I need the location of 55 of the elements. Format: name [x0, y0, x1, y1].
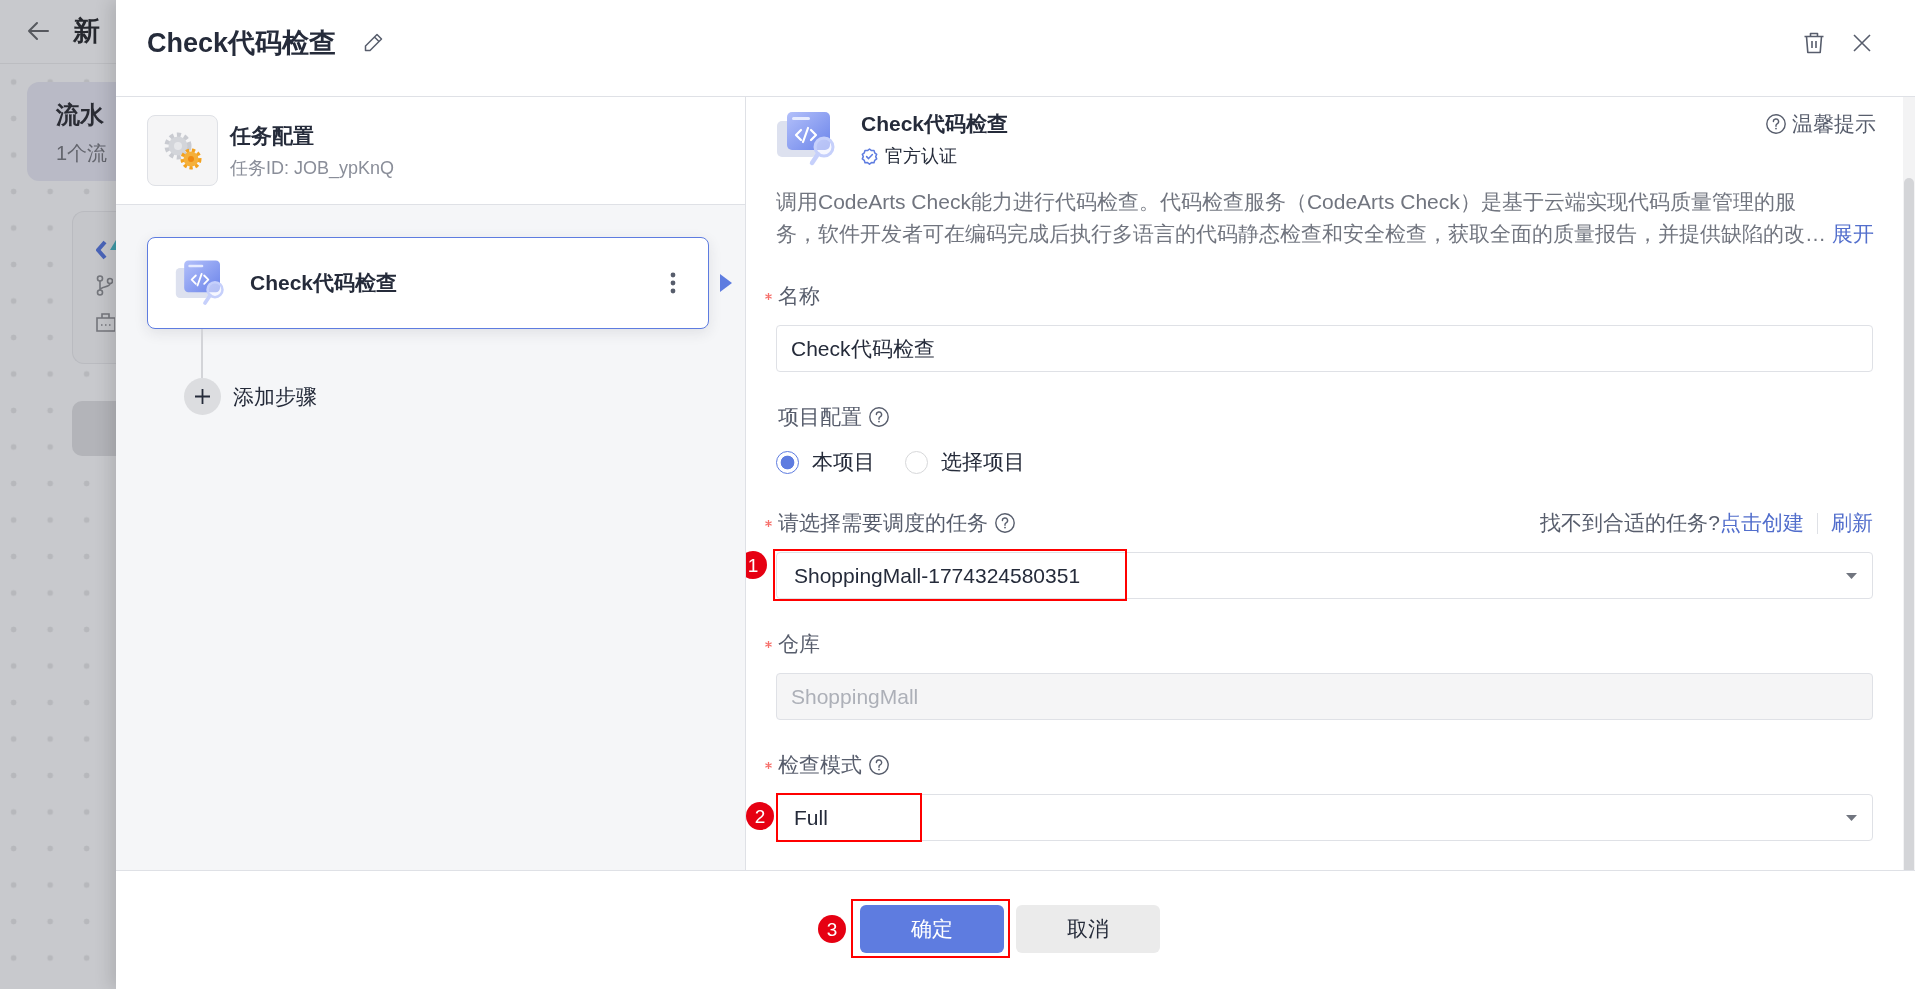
step-card[interactable]: Check代码检查	[147, 237, 709, 329]
cancel-button[interactable]: 取消	[1016, 905, 1160, 953]
input-field[interactable]: Check代码检查	[776, 325, 1873, 372]
field-label: 仓库	[778, 631, 820, 657]
confirm-button[interactable]: 确定	[860, 905, 1004, 953]
page-title: 新	[73, 14, 100, 48]
caret-icon	[1846, 814, 1857, 821]
field-label: 名称	[778, 283, 820, 309]
drawer-title: Check代码检查	[147, 27, 337, 60]
check-badge-icon	[861, 147, 878, 165]
help-icon[interactable]	[869, 407, 889, 427]
more-icon[interactable]	[670, 272, 676, 294]
number-badge: 1	[746, 551, 767, 579]
plugin-name: Check代码检查	[861, 111, 1010, 137]
field-label: 请选择需要调度的任务	[778, 510, 988, 536]
caret-icon	[1846, 572, 1857, 579]
gear-icon	[147, 115, 218, 186]
scrollbar-thumb[interactable]	[1904, 178, 1914, 870]
add-step-button[interactable]: 添加步骤	[184, 378, 317, 415]
pipeline-card[interactable]: 流水 1个流	[27, 82, 116, 181]
radio-icon[interactable]	[776, 450, 799, 474]
field-label: 检查模式	[778, 752, 862, 778]
step-name: Check代码检查	[250, 270, 399, 296]
code-logo-icon	[96, 239, 116, 261]
close-icon[interactable]	[1853, 34, 1871, 52]
back-arrow-icon[interactable]	[27, 20, 49, 41]
trash-icon[interactable]	[1803, 32, 1825, 54]
edit-icon[interactable]	[363, 33, 384, 53]
plugin-description: 调用CodeArts Check能力进行代码检查。代码检查服务（CodeArts Check）是基于云端实现代码质量管理的服务，软件开发者可在编码完成后执行多语言的代码静态检查和安全检查，获取全面的质量报告，并提供缺陷的改… 展开	[776, 186, 1873, 250]
branch-icon	[96, 275, 113, 296]
connector-line	[201, 329, 203, 378]
certification-label: 官方认证	[885, 145, 957, 168]
radio-option[interactable]: 选择项目	[905, 447, 1025, 477]
text-link[interactable]: 刷新	[1831, 508, 1873, 538]
task-title: 任务配置	[230, 122, 315, 149]
job-card[interactable]	[72, 211, 116, 364]
placeholder-card	[72, 401, 116, 456]
select-field[interactable]: Full	[776, 794, 1873, 841]
number-badge: 2	[746, 802, 774, 830]
help-icon[interactable]	[869, 755, 889, 775]
help-icon[interactable]	[995, 513, 1015, 533]
pipeline-subtitle: 1个流	[56, 141, 109, 166]
select-field[interactable]: ShoppingMall-1774324580351	[776, 552, 1873, 599]
plus-icon	[184, 378, 221, 415]
text-link[interactable]: 点击创建	[1720, 508, 1804, 538]
help-icon[interactable]	[1766, 114, 1786, 134]
task-id: 任务ID: JOB_ypKnQ	[230, 156, 395, 181]
expand-link[interactable]: 展开	[1832, 218, 1874, 250]
radio-option[interactable]: 本项目	[776, 447, 875, 477]
pipeline-title: 流水	[56, 100, 105, 130]
number-badge: 3	[818, 915, 846, 943]
tips-link[interactable]: 温馨提示	[1766, 109, 1876, 139]
field-label: 项目配置	[778, 404, 862, 430]
hint-text: 找不到合适的任务?	[1540, 510, 1720, 536]
briefcase-icon	[96, 310, 115, 332]
